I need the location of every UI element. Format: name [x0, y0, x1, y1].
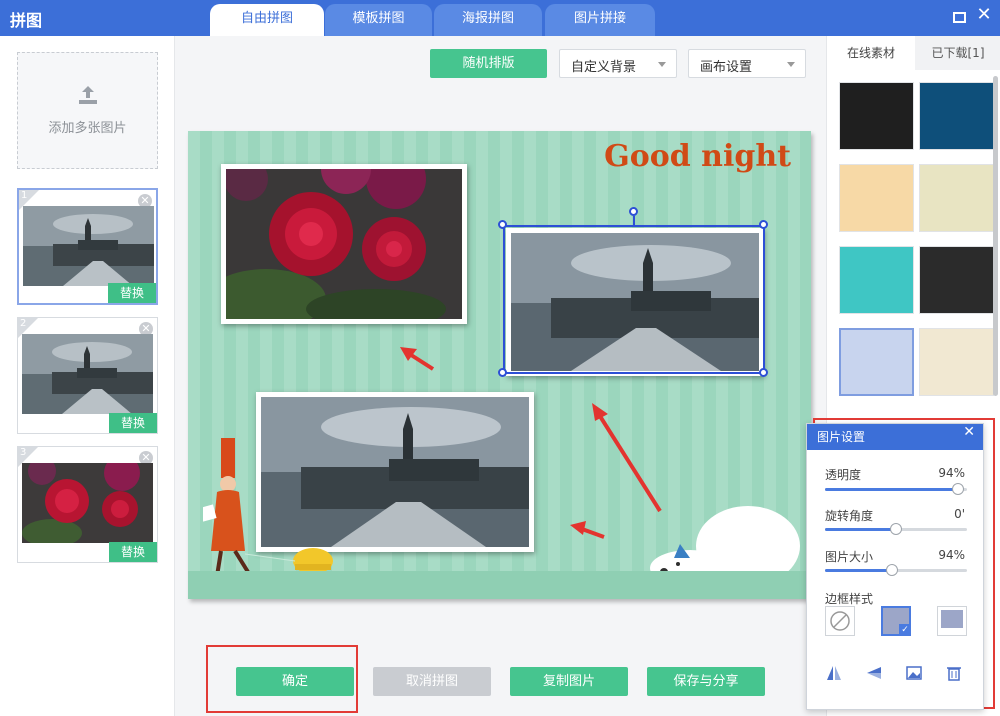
app-title: 拼图 [10, 11, 43, 30]
chevron-down-icon [658, 62, 666, 67]
image-list-panel: 添加多张图片 1 ✕ 替换 2 ✕ 替换 3 ✕ 替换 [0, 36, 175, 716]
tab-online-materials[interactable]: 在线素材 [827, 36, 915, 70]
flip-vertical-icon[interactable] [865, 664, 883, 682]
chevron-down-icon [787, 62, 795, 67]
thumb-number: 2 [20, 318, 27, 329]
custom-background-label: 自定义背景 [571, 60, 637, 75]
replace-button[interactable]: 替换 [109, 413, 157, 433]
popup-title: 图片设置 [807, 424, 983, 450]
rotation-fill [825, 528, 896, 531]
title-bar: 拼图 自由拼图 模板拼图 海报拼图 图片拼接 ✕ [0, 0, 1000, 36]
thumb-number: 3 [20, 447, 27, 458]
size-label: 图片大小 [825, 550, 874, 564]
border-style-option-selected[interactable]: ✓ [881, 606, 911, 636]
material-thumb[interactable] [919, 82, 994, 150]
cancel-collage-button[interactable]: 取消拼图 [373, 667, 491, 696]
tab-poster-collage[interactable]: 海报拼图 [434, 4, 542, 36]
upload-icon [79, 86, 97, 104]
canvas-ground [188, 571, 811, 599]
thumb-image-church [22, 334, 153, 414]
flip-horizontal-icon[interactable] [825, 664, 843, 682]
close-icon[interactable]: ✕ [963, 424, 975, 440]
tab-template-collage[interactable]: 模板拼图 [325, 4, 432, 36]
border-none-option[interactable] [825, 606, 855, 636]
size-slider[interactable] [825, 564, 967, 576]
opacity-value: 94% [938, 466, 965, 480]
save-share-button[interactable]: 保存与分享 [647, 667, 765, 696]
canvas-settings-dropdown[interactable]: 画布设置 [688, 49, 806, 78]
material-thumb[interactable] [919, 164, 994, 232]
close-button[interactable]: ✕ [976, 6, 992, 24]
custom-background-dropdown[interactable]: 自定义背景 [559, 49, 677, 78]
image-thumb[interactable]: 2 ✕ 替换 [17, 317, 158, 434]
opacity-label: 透明度 [825, 468, 862, 482]
workspace: 随机排版 自定义背景 画布设置 Good night 确定 取消拼图 复制图片 … [176, 36, 826, 716]
add-images-label: 添加多张图片 [48, 121, 127, 136]
image-thumb[interactable]: 1 ✕ 替换 [17, 188, 158, 305]
thumb-number: 1 [21, 190, 28, 201]
opacity-fill [825, 488, 959, 491]
material-thumb[interactable] [839, 82, 914, 150]
tab-image-stitch[interactable]: 图片拼接 [545, 4, 655, 36]
replace-button[interactable]: 替换 [108, 283, 156, 303]
material-thumb-selected[interactable] [839, 328, 914, 396]
scrollbar[interactable] [993, 76, 998, 396]
random-layout-button[interactable]: 随机排版 [430, 49, 547, 78]
collage-canvas[interactable]: Good night [188, 131, 811, 599]
material-thumb[interactable] [919, 328, 994, 396]
size-value: 94% [938, 548, 965, 562]
tab-free-collage[interactable]: 自由拼图 [210, 4, 324, 36]
highlight-box-confirm [206, 645, 358, 713]
rotation-value: 0' [954, 507, 965, 521]
rotation-label: 旋转角度 [825, 509, 874, 523]
replace-image-icon[interactable] [905, 664, 923, 682]
replace-button[interactable]: 替换 [109, 542, 157, 562]
material-thumb[interactable] [839, 164, 914, 232]
size-knob[interactable] [885, 564, 898, 576]
tab-downloaded[interactable]: 已下载[1] [915, 36, 1000, 70]
delete-icon[interactable] [945, 664, 963, 682]
border-style-label: 边框样式 [825, 592, 874, 606]
image-thumb[interactable]: 3 ✕ 替换 [17, 446, 158, 563]
copy-image-button[interactable]: 复制图片 [510, 667, 628, 696]
picture-settings-popup: 图片设置 ✕ 透明度 94% 旋转角度 0' 图片大小 94% 边框样式 ✓ [806, 423, 984, 710]
thumb-image-church [23, 206, 154, 286]
border-style-option[interactable] [937, 606, 967, 636]
material-thumb[interactable] [919, 246, 994, 314]
thumb-image-roses [22, 463, 153, 543]
rotation-knob[interactable] [890, 523, 902, 535]
opacity-knob[interactable] [952, 483, 965, 495]
add-images-button[interactable]: 添加多张图片 [17, 52, 158, 169]
maximize-button[interactable] [953, 12, 966, 23]
size-fill [825, 569, 892, 572]
opacity-slider[interactable] [825, 483, 967, 495]
check-icon: ✓ [899, 624, 911, 636]
rotation-slider[interactable] [825, 523, 967, 535]
material-thumb[interactable] [839, 246, 914, 314]
canvas-settings-label: 画布设置 [700, 60, 753, 75]
